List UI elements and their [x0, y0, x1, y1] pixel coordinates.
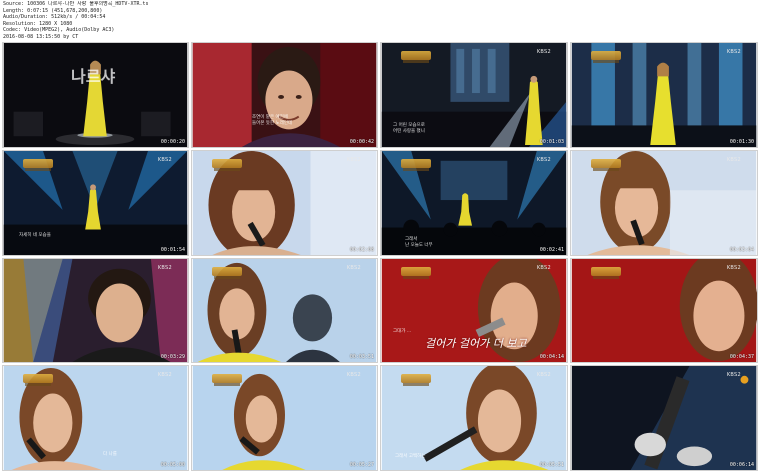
thumbnail-16[interactable]: KBS2 00:06:14: [570, 365, 758, 471]
video-line: Codec: Video(MPEG2), Audio(Dolby AC3): [3, 27, 115, 34]
thumbnail-3[interactable]: KBS2 그 어린 모습으로 어떤 사랑을 쳤니 00:01:03: [380, 42, 568, 148]
subtitle: 그대가 ...: [393, 329, 412, 334]
timestamp: 00:06:14: [729, 462, 754, 468]
thumbnail-12[interactable]: KBS2 00:04:37: [570, 258, 758, 363]
show-logo: [401, 51, 431, 63]
timestamp: 00:05:00: [160, 462, 185, 468]
thumb-image: [3, 43, 188, 147]
show-logo: [401, 267, 431, 279]
subtitle: 그래서 난 오늘도 너무: [405, 237, 433, 248]
thumbnail-4[interactable]: KBS2 00:01:30: [570, 42, 758, 148]
channel-bug: KBS2: [726, 157, 741, 163]
source-line: Source: 100306 나르샤-나만 사랑 불후의명곡_HDTV-XTR.…: [3, 1, 149, 7]
timestamp: 00:00:42: [349, 139, 374, 145]
channel-bug: KBS2: [157, 265, 172, 271]
date-line: 2016-08-08 13:15:50 by CT: [3, 33, 79, 40]
show-logo: [401, 374, 431, 386]
timestamp: 00:05:51: [539, 462, 564, 468]
subtitle: 조연이 맡은 예전에 들어본 듯한 노래인데: [252, 115, 293, 126]
show-logo: [23, 374, 53, 386]
file-info-header: Source: 100306 나르샤-나만 사랑 불후의명곡_HDTV-XTR.…: [3, 1, 423, 41]
thumbnail-6[interactable]: KBS2 00:02:08: [191, 150, 378, 256]
timestamp: 00:02:41: [539, 247, 564, 253]
channel-bug: KBS2: [536, 49, 551, 55]
timestamp: 00:03:51: [349, 354, 374, 360]
subtitle: 자세히 네 모습을: [19, 233, 51, 238]
thumb-image: [3, 259, 188, 362]
timestamp: 00:04:14: [539, 354, 564, 360]
title-overlay: 나르샤: [71, 67, 116, 86]
thumbnail-10[interactable]: KBS2 00:03:51: [191, 258, 378, 363]
timestamp: 00:01:54: [160, 247, 185, 253]
thumbnail-15[interactable]: KBS2 그래서 고백하는 00:05:51: [380, 365, 568, 471]
thumbnail-2[interactable]: 조연이 맡은 예전에 들어본 듯한 노래인데 00:00:42: [191, 42, 378, 148]
show-logo: [23, 159, 53, 171]
audio-line: Audio/Duration: 512kb/s / 00:04:54: [3, 14, 106, 21]
timestamp: 00:03:29: [160, 354, 185, 360]
resolution-line: Resolution: 1280 X 1080: [3, 20, 73, 27]
thumbnail-11[interactable]: KBS2 그대가 ... 걸어가 걸어가 더 보고 00:04:14: [380, 258, 568, 363]
length-line: Length: 0:07:15 (451,678,200,800): [3, 7, 103, 14]
lyric-caption: 걸어가 걸어가 더 보고: [425, 337, 527, 350]
thumbnail-9[interactable]: KBS2 00:03:29: [2, 258, 189, 363]
show-logo: [401, 159, 431, 171]
show-logo: [591, 267, 621, 279]
timestamp: 00:05:27: [349, 462, 374, 468]
show-logo: [212, 374, 242, 386]
thumbnail-8[interactable]: KBS2 00:03:04: [570, 150, 758, 256]
show-logo: [591, 159, 621, 171]
timestamp: 00:03:04: [729, 247, 754, 253]
channel-bug: KBS2: [536, 372, 551, 378]
channel-bug: KBS2: [346, 265, 361, 271]
thumbnail-5[interactable]: KBS2 자세히 네 모습을 00:01:54: [2, 150, 189, 256]
thumbnail-13[interactable]: KBS2 다 나를 00:05:00: [2, 365, 189, 471]
channel-bug: KBS2: [536, 265, 551, 271]
timestamp: 00:00:20: [160, 139, 185, 145]
channel-bug: KBS2: [157, 372, 172, 378]
thumb-image: [571, 366, 757, 470]
timestamp: 00:04:37: [729, 354, 754, 360]
subtitle: 그 어린 모습으로 어떤 사랑을 쳤니: [393, 123, 425, 134]
show-logo: [591, 51, 621, 63]
channel-bug: KBS2: [536, 157, 551, 163]
show-logo: [212, 267, 242, 279]
timestamp: 00:01:03: [539, 139, 564, 145]
timestamp: 00:02:08: [349, 247, 374, 253]
channel-bug: KBS2: [346, 157, 361, 163]
thumbnail-14[interactable]: KBS2 00:05:27: [191, 365, 378, 471]
thumbnail-grid: 나르샤 00:00:20 조연이 맡은 예전에 들어본 듯한 노래인데 00:0…: [0, 41, 760, 472]
show-logo: [212, 159, 242, 171]
channel-bug: KBS2: [726, 49, 741, 55]
thumbnail-1[interactable]: 나르샤 00:00:20: [2, 42, 189, 148]
thumbnail-7[interactable]: KBS2 그래서 난 오늘도 너무 00:02:41: [380, 150, 568, 256]
channel-bug: KBS2: [346, 372, 361, 378]
channel-bug: KBS2: [726, 265, 741, 271]
timestamp: 00:01:30: [729, 139, 754, 145]
subtitle: 다 나를: [103, 452, 117, 457]
thumb-image: [192, 43, 377, 147]
channel-bug: KBS2: [726, 372, 741, 378]
subtitle: 그래서 고백하는: [395, 454, 426, 459]
channel-bug: KBS2: [157, 157, 172, 163]
